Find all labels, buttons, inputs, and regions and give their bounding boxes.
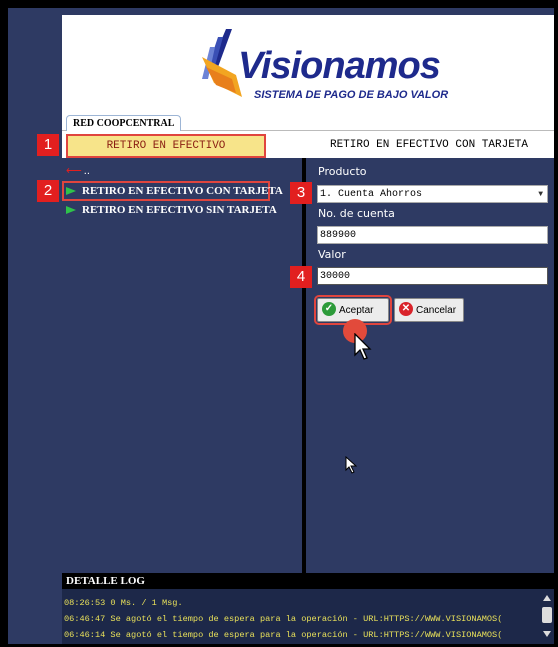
visionamos-logo: Visionamos SISTEMA DE PAGO DE BAJO VALOR (202, 25, 482, 105)
header-banner: Visionamos SISTEMA DE PAGO DE BAJO VALOR (62, 15, 554, 109)
cuenta-input[interactable]: 889900 (317, 226, 548, 244)
check-icon: ✓ (322, 302, 336, 317)
tab-bar: RED COOPCENTRAL (62, 108, 554, 131)
log-panel: DETALLE LOG 08:26:53 0 Ms. / 1 Msg. 06:4… (62, 573, 554, 644)
operation-title: RETIRO EN EFECTIVO CON TARJETA (329, 139, 529, 151)
menu-item-sin-tarjeta[interactable]: RETIRO EN EFECTIVO SIN TARJETA (64, 202, 277, 218)
back-arrow-icon: ⟵ (66, 165, 82, 177)
tab-red-coopcentral[interactable]: RED COOPCENTRAL (66, 115, 182, 131)
log-line: 06:46:47 Se agotó el tiempo de espera pa… (64, 614, 503, 624)
step-badge-1: 1 (37, 134, 59, 156)
log-scrollbar[interactable] (540, 589, 554, 644)
menu-item-con-tarjeta[interactable]: RETIRO EN EFECTIVO CON TARJETA (62, 181, 283, 201)
left-margin (8, 8, 61, 573)
log-line: 08:26:53 0 Ms. / 1 Msg. (64, 598, 183, 608)
section-title[interactable]: RETIRO EN EFECTIVO (66, 134, 266, 158)
logo-subtitle: SISTEMA DE PAGO DE BAJO VALOR (254, 89, 449, 101)
menu-item-label: RETIRO EN EFECTIVO CON TARJETA (82, 185, 283, 197)
accept-label: Aceptar (339, 305, 374, 316)
step-badge-3: 3 (290, 182, 312, 204)
mouse-pointer-icon (354, 333, 372, 360)
scroll-up-icon[interactable] (543, 595, 551, 601)
back-link[interactable]: ⟵.. (66, 165, 90, 177)
valor-label: Valor (318, 248, 346, 261)
log-title: DETALLE LOG (62, 573, 554, 589)
title-bar: RETIRO EN EFECTIVO RETIRO EN EFECTIVO CO… (62, 131, 554, 159)
cancel-label: Cancelar (416, 305, 457, 316)
chevron-down-icon: ▼ (538, 190, 543, 199)
logo-wordmark: Visionamos (238, 45, 441, 87)
scroll-down-icon[interactable] (543, 631, 551, 637)
mouse-pointer-icon (345, 456, 357, 474)
cuenta-label: No. de cuenta (318, 207, 395, 220)
producto-select[interactable]: 1. Cuenta Ahorros ▼ (317, 185, 548, 203)
close-icon: ✕ (399, 302, 413, 317)
menu-panel (62, 158, 302, 573)
flag-icon (66, 187, 76, 196)
log-line: 06:46:14 Se agotó el tiempo de espera pa… (64, 630, 503, 640)
step-badge-2: 2 (37, 180, 59, 202)
scroll-thumb[interactable] (542, 607, 552, 623)
back-dots: .. (83, 165, 90, 177)
flag-icon (66, 206, 76, 215)
valor-input[interactable]: 30000 (317, 267, 548, 285)
producto-value: 1. Cuenta Ahorros (320, 189, 423, 200)
menu-item-label: RETIRO EN EFECTIVO SIN TARJETA (82, 204, 277, 216)
cancel-button[interactable]: ✕ Cancelar (394, 298, 464, 322)
producto-label: Producto (318, 165, 367, 178)
step-badge-4: 4 (290, 266, 312, 288)
